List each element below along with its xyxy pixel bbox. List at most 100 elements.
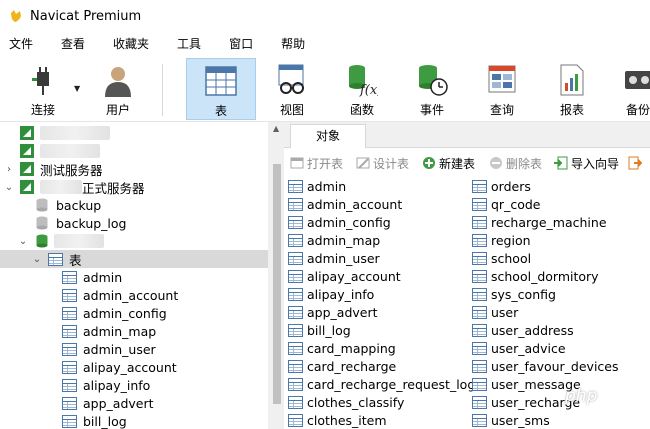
table-name-label: card_recharge_request_log [307,376,476,392]
new-table-label: 新建表 [439,156,476,171]
menu-help[interactable]: 帮助 [272,32,314,56]
view-button[interactable]: 视图 [270,58,314,120]
table-icon [472,413,487,427]
tree-table-item[interactable]: app_advert [0,394,268,412]
table-button[interactable]: 表 [186,58,256,120]
open-table-button[interactable]: 打开表 [290,154,343,172]
object-table-item[interactable]: admin_user [288,249,380,267]
report-button[interactable]: 报表 [550,58,594,120]
redacted-name [54,234,104,248]
user-button[interactable]: 用户 [94,58,142,120]
table-icon [472,251,487,265]
chevron-down-icon[interactable]: ⌄ [18,236,28,247]
object-table-item[interactable]: card_mapping [288,339,396,357]
table-name-label: qr_code [491,196,541,212]
menu-file[interactable]: 文件 [0,32,42,56]
object-table-item[interactable]: clothes_item [288,411,387,429]
design-table-button[interactable]: 设计表 [356,154,409,172]
table-name-label: school_dormitory [491,268,599,284]
tree-row-db-backup-log[interactable]: backup_log [0,214,268,232]
tree-row-db-backup[interactable]: backup [0,196,268,214]
table-icon [288,377,303,391]
object-table-item[interactable]: user_favour_devices [472,357,619,375]
chevron-down-icon[interactable]: ⌄ [32,254,42,265]
object-table-item[interactable]: orders [472,177,531,195]
tree-row-tables-node[interactable]: ⌄ 表 [0,250,268,268]
object-table-item[interactable]: school [472,249,531,267]
server-icon [20,144,34,158]
scroll-up-arrow-icon[interactable]: ▲ [273,124,279,133]
object-table-item[interactable]: qr_code [472,195,540,213]
table-icon [62,342,77,356]
object-table-item[interactable]: admin_account [288,195,402,213]
table-icon [472,305,487,319]
tree-row-blurred-2[interactable] [0,142,268,160]
object-table-item[interactable]: user [472,303,518,321]
function-button[interactable]: f(x) 函数 [340,58,384,120]
object-table-item[interactable]: sys_config [472,285,556,303]
backup-button[interactable]: 备份 [618,58,650,120]
object-table-item[interactable]: card_recharge_request_log [288,375,475,393]
object-table-item[interactable]: user_address [472,321,574,339]
object-table-item[interactable]: user_advice [472,339,566,357]
table-icon [472,215,487,229]
event-button[interactable]: 事件 [410,58,454,120]
chevron-right-icon[interactable]: › [4,164,14,175]
connect-label: 连接 [30,103,55,117]
tab-objects[interactable]: 对象 [290,124,366,148]
object-table-item[interactable]: admin_map [288,231,380,249]
design-table-label: 设计表 [373,156,410,171]
object-table-item[interactable]: card_recharge [288,357,396,375]
object-table-item[interactable]: clothes_classify [288,393,404,411]
connection-tree[interactable]: › 测试服务器 ⌄ 正式服务器 backup backup_log ⌄ ⌄ 表 … [0,122,268,429]
table-icon [62,306,77,320]
object-table-item[interactable]: recharge_machine [472,213,607,231]
menu-favorites[interactable]: 收藏夹 [104,32,158,56]
report-chart-icon [555,62,589,98]
object-table-item[interactable]: user_sms [472,411,550,429]
tree-scrollbar[interactable]: ▲ [270,122,284,429]
tree-row-test-server[interactable]: › 测试服务器 [0,160,268,178]
tree-table-item[interactable]: alipay_account [0,358,268,376]
menu-view[interactable]: 查看 [52,32,94,56]
object-table-item[interactable]: admin_config [288,213,391,231]
object-table-item[interactable]: user_recharge [472,393,580,411]
table-name-label: admin_user [307,250,380,266]
tree-row-formal-server[interactable]: ⌄ 正式服务器 [0,178,268,196]
tree-table-item[interactable]: alipay_info [0,376,268,394]
menu-tools[interactable]: 工具 [168,32,210,56]
tree-table-item[interactable]: admin_account [0,286,268,304]
delete-table-button[interactable]: 删除表 [489,154,542,172]
database-icon [36,216,48,230]
export-button-partial[interactable] [628,154,645,172]
tree-table-item[interactable]: admin_config [0,304,268,322]
table-name-label: admin_account [307,196,403,212]
tree-table-item[interactable]: admin_user [0,340,268,358]
server-icon [20,162,34,176]
object-table-item[interactable]: bill_log [288,321,351,339]
table-name-label: card_mapping [307,340,396,356]
query-button[interactable]: 查询 [480,58,524,120]
connect-dropdown-arrow-icon[interactable]: ▼ [74,84,80,93]
object-table-item[interactable]: app_advert [288,303,378,321]
object-table-item[interactable]: school_dormitory [472,267,599,285]
object-table-item[interactable]: admin [288,177,346,195]
object-table-item[interactable]: alipay_info [288,285,374,303]
user-label: 用户 [105,103,130,117]
tree-row-blurred-1[interactable] [0,124,268,142]
tree-table-item[interactable]: admin_map [0,322,268,340]
tree-table-item[interactable]: bill_log [0,412,268,429]
object-table-item[interactable]: region [472,231,531,249]
table-icon [472,377,487,391]
object-table-item[interactable]: alipay_account [288,267,401,285]
new-table-button[interactable]: 新建表 [422,154,475,172]
connect-button[interactable]: 连接 [18,58,68,120]
report-label: 报表 [559,103,584,117]
menu-window[interactable]: 窗口 [220,32,262,56]
scrollbar-thumb[interactable] [273,164,281,404]
table-name-label: user_advice [491,340,566,356]
tree-table-item[interactable]: admin [0,268,268,286]
chevron-down-icon[interactable]: ⌄ [4,182,14,193]
import-wizard-button[interactable]: 导入向导 [554,154,619,172]
tree-row-db-open[interactable]: ⌄ [0,232,268,250]
